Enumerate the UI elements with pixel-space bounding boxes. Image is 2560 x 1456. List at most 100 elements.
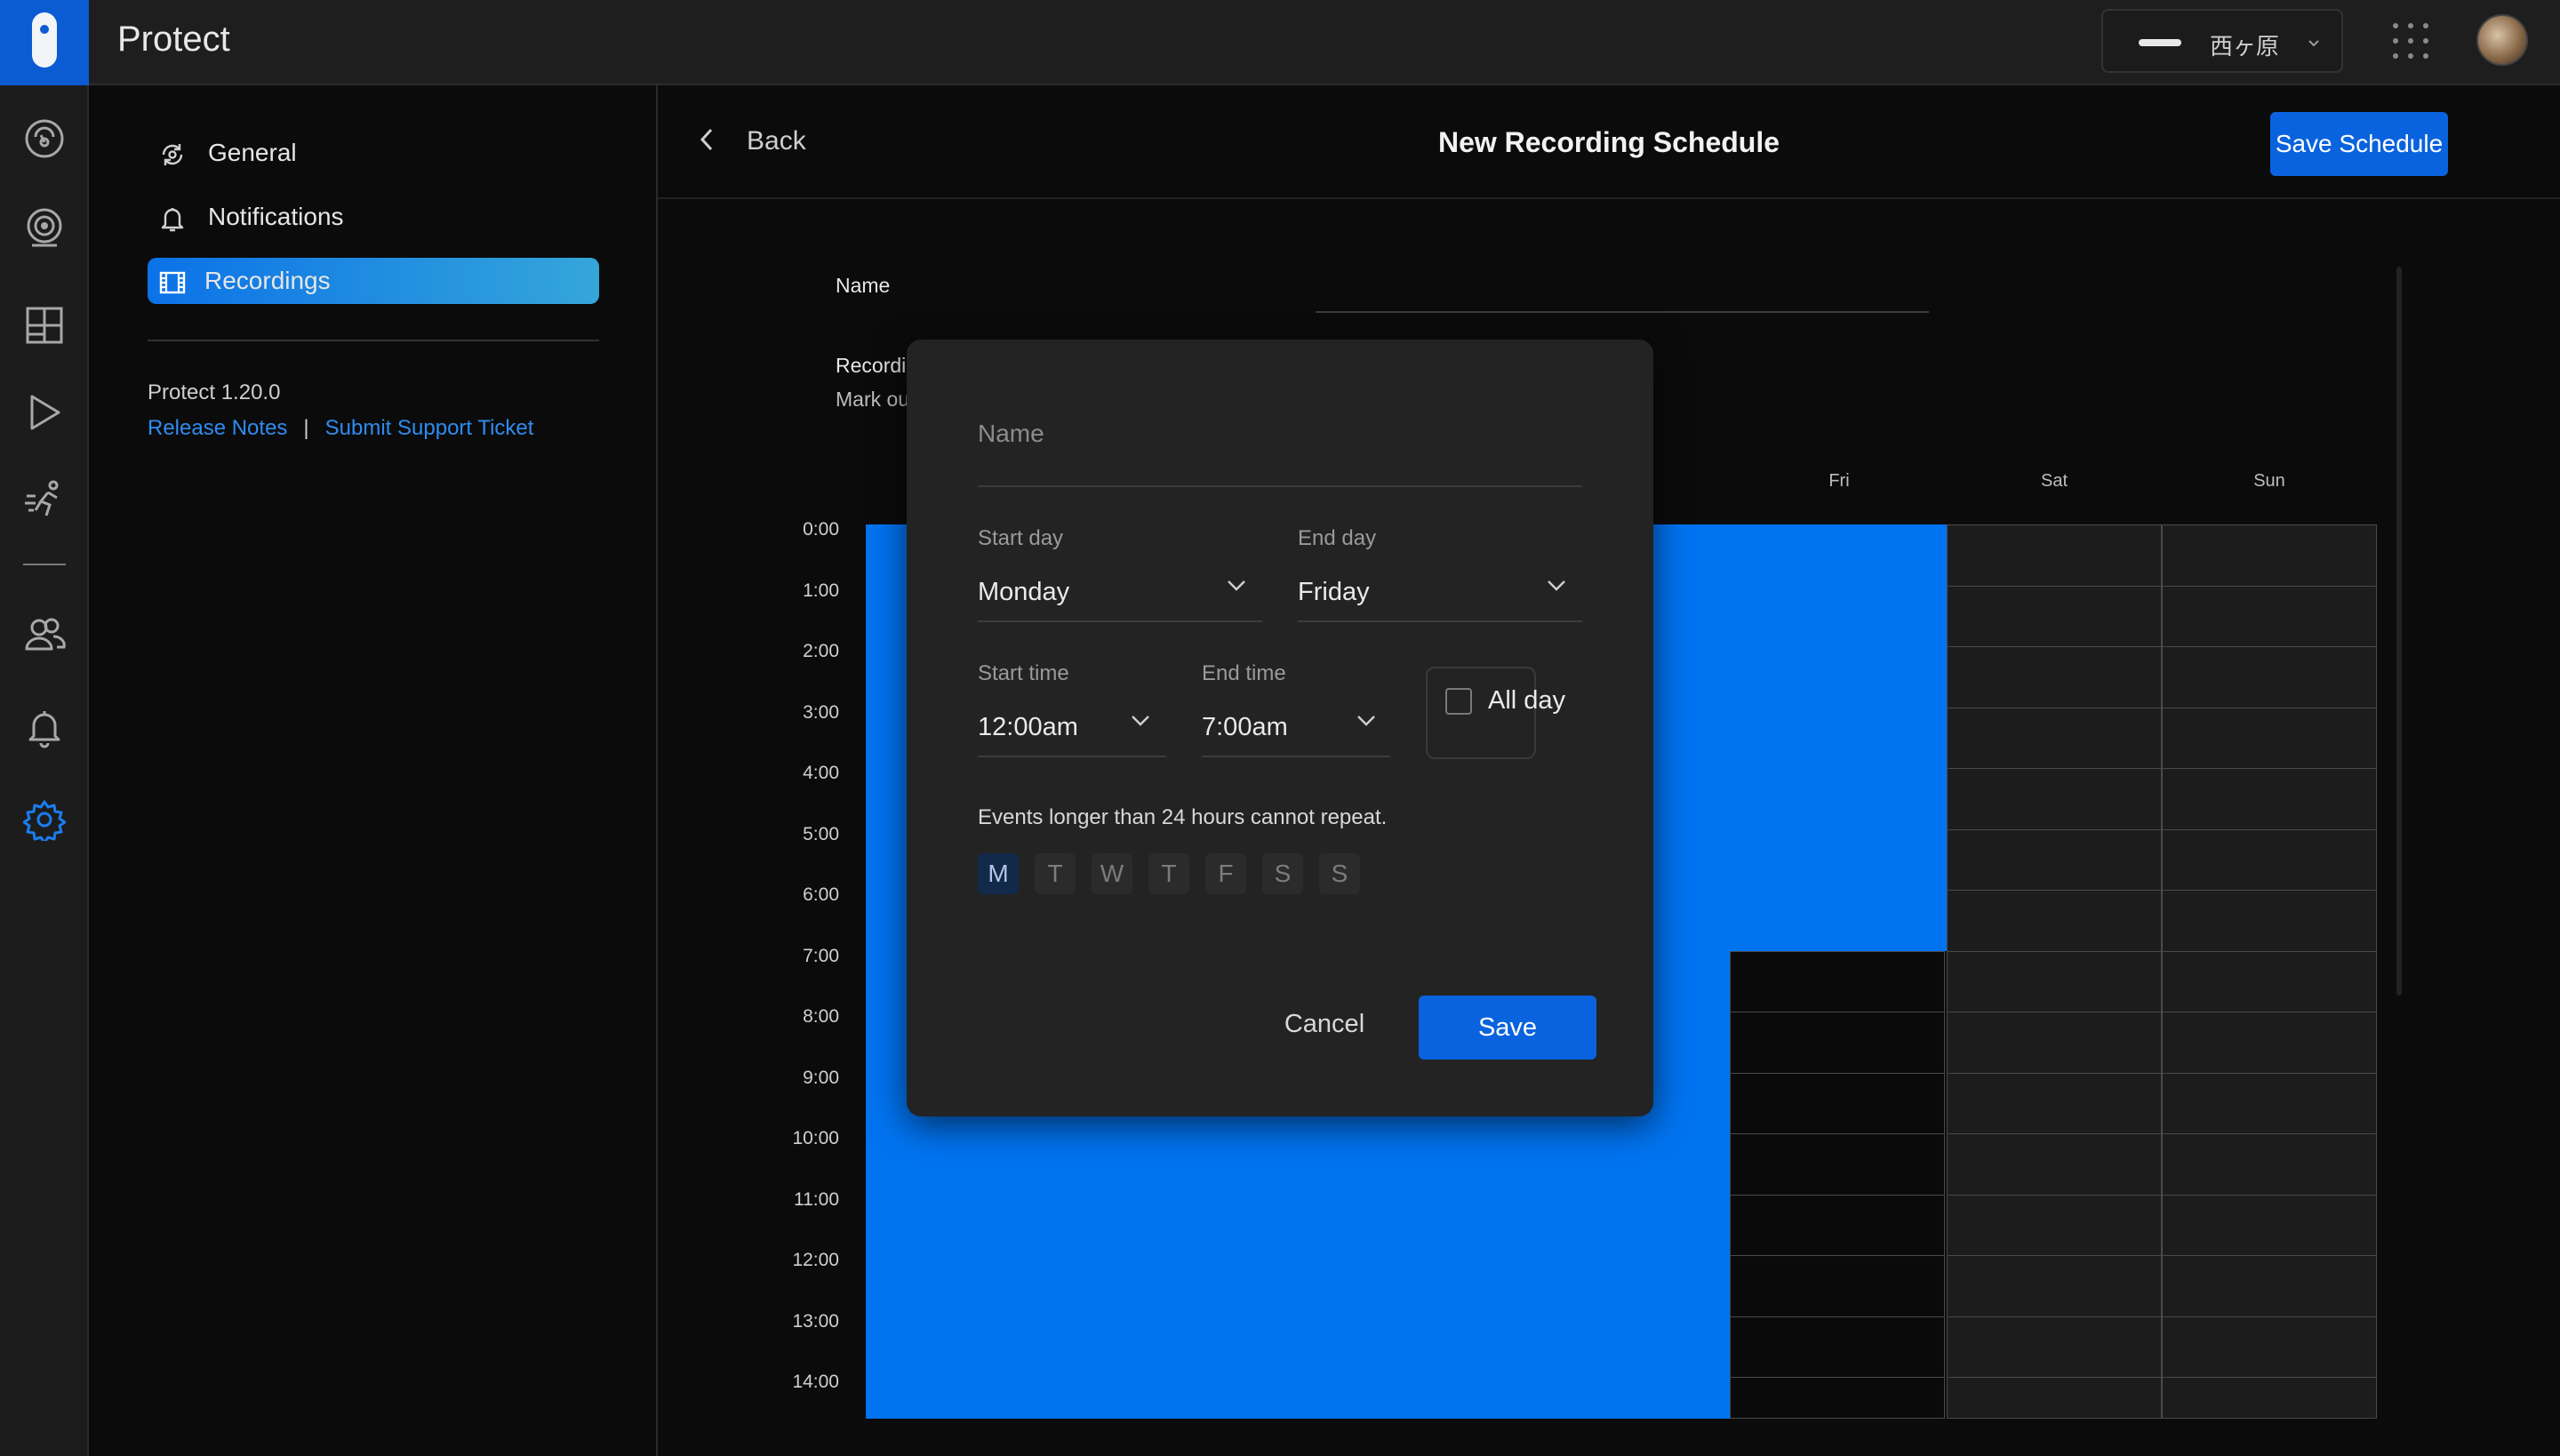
schedule-cell[interactable] <box>2162 951 2377 1013</box>
schedule-cell[interactable] <box>2162 646 2377 708</box>
hour-label: 5:00 <box>803 824 839 844</box>
version-label: Protect 1.20.0 <box>148 380 281 404</box>
schedule-cell[interactable] <box>1947 768 2162 830</box>
schedule-cell[interactable] <box>2162 1377 2377 1419</box>
day-chip-thursday[interactable]: T <box>1148 853 1189 894</box>
cancel-button[interactable]: Cancel <box>1262 997 1387 1051</box>
schedule-cell[interactable] <box>2162 829 2377 892</box>
liveview-icon[interactable] <box>23 304 66 347</box>
protect-app: { "app": { "title": "Protect" }, "consol… <box>0 0 2560 1456</box>
start-day-select[interactable]: Monday <box>978 578 1069 607</box>
schedule-cell[interactable] <box>2162 1195 2377 1257</box>
protect-logo-button[interactable] <box>0 0 89 85</box>
day-header: Sat <box>2040 471 2068 491</box>
day-chip-friday[interactable]: F <box>1205 853 1246 894</box>
schedule-cell[interactable] <box>2162 1133 2377 1196</box>
scrollbar[interactable] <box>2396 267 2402 996</box>
day-header: Fri <box>1828 471 1850 491</box>
console-device-icon <box>2139 39 2181 46</box>
schedule-name-input[interactable] <box>1316 311 1929 313</box>
schedule-cell[interactable] <box>1947 1073 2162 1135</box>
start-time-select[interactable]: 12:00am <box>978 713 1078 742</box>
recording-section-description: Mark ou <box>836 388 910 411</box>
schedule-cell[interactable] <box>1947 829 2162 892</box>
nav-item-notifications[interactable]: Notifications <box>148 194 599 240</box>
end-time-select[interactable]: 7:00am <box>1202 713 1288 742</box>
schedule-cell[interactable] <box>2162 1255 2377 1317</box>
schedule-cell[interactable] <box>1947 1195 2162 1257</box>
left-rail <box>0 85 89 1456</box>
camera-logo-icon <box>32 12 57 68</box>
save-schedule-button[interactable]: Save Schedule <box>2270 112 2448 176</box>
schedule-cell[interactable] <box>1947 524 2162 587</box>
schedule-cell[interactable] <box>1947 951 2162 1013</box>
schedule-cell[interactable] <box>1730 1012 1945 1074</box>
schedule-cell[interactable] <box>1730 1377 1945 1419</box>
release-notes-link[interactable]: Release Notes <box>148 416 287 440</box>
input-underline <box>1202 756 1390 757</box>
schedule-cell[interactable] <box>2162 1012 2377 1074</box>
day-chip-sunday[interactable]: S <box>1319 853 1360 894</box>
end-day-select[interactable]: Friday <box>1298 578 1370 607</box>
schedule-cell[interactable] <box>1730 1133 1945 1196</box>
input-underline <box>978 485 1582 487</box>
end-day-label: End day <box>1298 526 1377 550</box>
schedule-cell[interactable] <box>1947 1133 2162 1196</box>
nav-label: Notifications <box>208 203 344 230</box>
schedule-cell[interactable] <box>1730 1255 1945 1317</box>
apps-grid-icon[interactable] <box>2393 23 2428 59</box>
schedule-cell[interactable] <box>1947 1012 2162 1074</box>
chevron-down-icon[interactable] <box>1131 715 1150 727</box>
schedule-cell[interactable] <box>1947 646 2162 708</box>
devices-icon[interactable] <box>23 206 66 249</box>
schedule-cell[interactable] <box>1947 1377 2162 1419</box>
page-header: Back New Recording Schedule Save Schedul… <box>658 85 2560 199</box>
schedule-cell[interactable] <box>1730 1316 1945 1379</box>
day-chip-saturday[interactable]: S <box>1262 853 1303 894</box>
schedule-cell[interactable] <box>2162 586 2377 648</box>
top-bar: Protect 西ヶ原 <box>0 0 2560 85</box>
chevron-down-icon[interactable] <box>1227 580 1246 592</box>
schedule-cell[interactable] <box>1947 1316 2162 1379</box>
alarms-icon[interactable] <box>23 706 66 748</box>
schedule-cell[interactable] <box>1947 890 2162 952</box>
submit-support-ticket-link[interactable]: Submit Support Ticket <box>325 416 534 440</box>
detections-icon[interactable] <box>23 478 66 521</box>
hour-label: 1:00 <box>803 580 839 601</box>
end-time-label: End time <box>1202 661 1286 685</box>
hour-label: 13:00 <box>792 1311 839 1332</box>
schedule-cell[interactable] <box>1730 951 1945 1013</box>
day-chip-monday[interactable]: M <box>978 853 1019 894</box>
save-button[interactable]: Save <box>1419 996 1596 1060</box>
schedule-cell[interactable] <box>2162 890 2377 952</box>
schedule-cell[interactable] <box>2162 524 2377 587</box>
schedule-cell[interactable] <box>2162 708 2377 770</box>
settings-icon[interactable] <box>23 798 66 841</box>
schedule-cell[interactable] <box>2162 768 2377 830</box>
schedule-cell[interactable] <box>1730 1195 1945 1257</box>
nav-item-recordings[interactable]: Recordings <box>148 258 599 304</box>
all-day-checkbox[interactable] <box>1445 688 1472 715</box>
console-selector[interactable]: 西ヶ原 <box>2101 9 2343 73</box>
users-icon[interactable] <box>23 613 66 656</box>
schedule-cell[interactable] <box>1947 586 2162 648</box>
avatar[interactable] <box>2476 14 2528 66</box>
day-chip-tuesday[interactable]: T <box>1035 853 1076 894</box>
day-chip-wednesday[interactable]: W <box>1092 853 1132 894</box>
event-name-input[interactable]: Name <box>978 420 1044 448</box>
dashboard-icon[interactable] <box>23 117 66 160</box>
schedule-cell[interactable] <box>1947 708 2162 770</box>
schedule-cell[interactable] <box>2162 1073 2377 1135</box>
schedule-cell[interactable] <box>1730 1073 1945 1135</box>
schedule-cell[interactable] <box>2162 1316 2377 1379</box>
selected-time-block[interactable] <box>1730 524 1947 951</box>
schedule-cell[interactable] <box>1947 1255 2162 1317</box>
timelines-icon[interactable] <box>23 391 66 434</box>
hour-label: 2:00 <box>803 641 839 661</box>
chevron-down-icon[interactable] <box>1356 715 1376 727</box>
hour-label: 3:00 <box>803 702 839 723</box>
nav-item-general[interactable]: General <box>148 130 599 176</box>
all-day-toggle[interactable]: All day <box>1426 667 1565 759</box>
hour-label: 14:00 <box>792 1372 839 1392</box>
chevron-down-icon[interactable] <box>1547 580 1566 592</box>
